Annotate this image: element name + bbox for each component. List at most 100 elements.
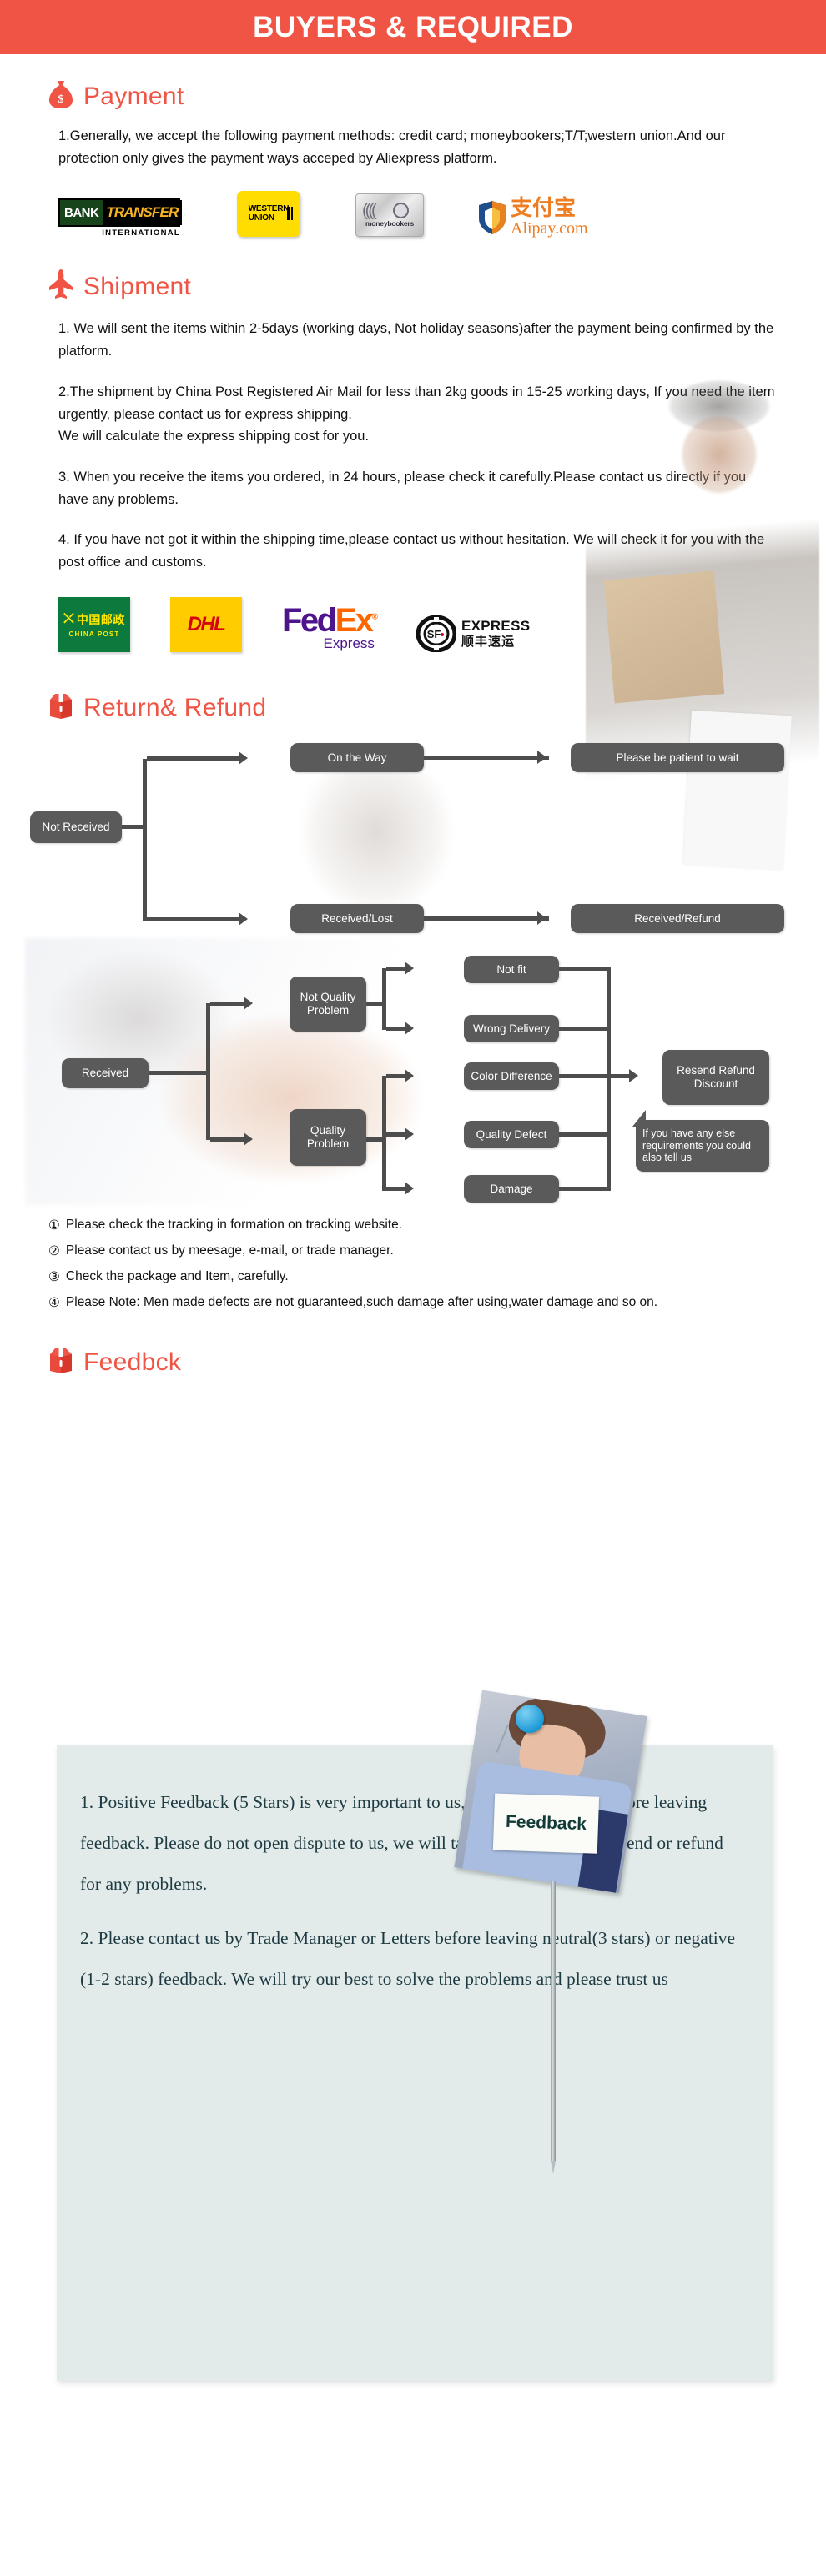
feedback-paragraph-2: 2. Please contact us by Trade Manager or…	[80, 1928, 736, 1990]
flow-callout-extra-requirements: If you have any else requirements you co…	[636, 1119, 769, 1172]
flow-node-wrong-delivery: Wrong Delivery	[464, 1014, 559, 1042]
sf-express-logo: SF EXPRESS 顺丰速运	[416, 615, 531, 653]
gift-box-icon	[48, 692, 73, 725]
feedback-sign: Feedback	[492, 1793, 600, 1854]
shipment-paragraph-4: 4. If you have not got it within the shi…	[58, 532, 765, 570]
flow-arrow-icon	[405, 961, 414, 975]
feedback-panel: 1. Positive Feedback (5 Stars) is very i…	[57, 1745, 773, 2381]
feedback-paragraph-1: 1. Positive Feedback (5 Stars) is very i…	[80, 1792, 723, 1895]
flow-arrow-icon	[244, 996, 253, 1010]
fedex-part2: Ex	[335, 601, 374, 639]
flow-node-resend-refund-discount: Resend Refund Discount	[662, 1049, 769, 1105]
flow-connector	[143, 758, 147, 921]
feedback-photo: Feedback	[454, 1690, 647, 1894]
flow-node-damage: Damage	[464, 1174, 559, 1203]
fedex-registered-icon: ®	[371, 612, 378, 622]
alipay-chinese-label: 支付宝	[511, 196, 577, 222]
feedback-heading: Feedbck	[83, 1348, 182, 1377]
sf-badge-icon: SF	[416, 615, 457, 653]
flow-connector	[386, 966, 405, 971]
flow-connector	[559, 1073, 629, 1078]
payment-body-text: 1.Generally, we accept the following pay…	[58, 128, 726, 166]
china-post-english-label: CHINA POST	[68, 630, 120, 638]
list-item: ② Please contact us by meesage, e-mail, …	[48, 1243, 826, 1260]
dhl-label: DHL	[187, 612, 226, 635]
flow-node-please-be-patient: Please be patient to wait	[571, 742, 784, 772]
flow-connector	[206, 1002, 210, 1140]
flow-arrow-icon	[239, 751, 248, 765]
fedex-part1: Fed	[282, 601, 337, 639]
list-marker: ②	[48, 1243, 60, 1258]
list-item: ① Please check the tracking in formation…	[48, 1217, 826, 1234]
flow-arrow-icon	[405, 1127, 414, 1141]
flow-connector	[559, 1186, 611, 1191]
flow-node-not-fit: Not fit	[464, 955, 559, 983]
svg-text:SF: SF	[427, 628, 441, 640]
airplane-icon	[48, 269, 73, 304]
flow-connector	[386, 1132, 405, 1137]
list-text: Please Note: Men made defects are not gu…	[65, 1294, 658, 1309]
return-refund-notes: ① Please check the tracking in formation…	[0, 1217, 826, 1312]
flow-connector	[210, 1137, 244, 1142]
payment-section-header: $ Payment	[0, 79, 826, 113]
flow-node-color-difference: Color Difference	[464, 1062, 559, 1090]
list-item: ④ Please Note: Men made defects are not …	[48, 1294, 826, 1312]
flow-connector	[559, 966, 611, 971]
flow-connector	[607, 966, 611, 1191]
flow-connector	[386, 1026, 405, 1031]
moneybookers-waves-icon: ((((	[362, 202, 377, 221]
sf-express-chinese-label: 顺丰速运	[461, 634, 515, 649]
pen-tip-icon	[551, 2161, 556, 2174]
payment-heading: Payment	[83, 82, 184, 110]
moneybookers-label: moneybookers	[365, 219, 415, 228]
flow-arrow-icon	[405, 1068, 414, 1082]
china-post-logo: ⛌ 中国邮政 CHINA POST	[58, 596, 130, 652]
flow-node-on-the-way: On the Way	[290, 742, 424, 772]
alipay-logo: 支付宝 Alipay.com	[477, 198, 588, 237]
flow-node-received: Received	[62, 1057, 149, 1088]
flow-node-quality-problem: Quality Problem	[290, 1108, 366, 1166]
flowchart-received: Received Not Quality Problem Quality Pro…	[0, 937, 826, 1205]
flow-node-quality-defect: Quality Defect	[464, 1120, 559, 1148]
flow-arrow-icon	[629, 1068, 638, 1082]
shipment-paragraph-2: 2.The shipment by China Post Registered …	[58, 384, 775, 444]
pen-graphic	[551, 1881, 556, 2161]
flow-connector	[147, 756, 239, 761]
list-item: ③ Check the package and Item, carefully.	[48, 1268, 826, 1286]
list-marker: ①	[48, 1217, 60, 1233]
gift-box-icon	[48, 1347, 73, 1379]
moneybookers-logo: (((( moneybookers	[355, 193, 424, 238]
sf-express-english-label: EXPRESS	[461, 618, 531, 635]
flow-connector	[149, 1070, 210, 1075]
list-text: Check the package and Item, carefully.	[65, 1268, 289, 1283]
payment-logo-row: BANK TRANSFER INTERNATIONAL WESTERN UNIO…	[0, 191, 826, 239]
fedex-logo: FedEx® Express	[282, 604, 378, 652]
feedback-sign-label: Feedback	[505, 1811, 587, 1835]
fedex-sub-label: Express	[323, 635, 375, 651]
bank-transfer-primary: BANK	[60, 200, 103, 226]
shipment-logo-row: ⛌ 中国邮政 CHINA POST DHL FedEx® Express SF …	[0, 596, 826, 653]
pushpin-head-icon	[516, 1705, 544, 1733]
flow-connector	[382, 967, 386, 1030]
list-marker: ④	[48, 1294, 60, 1310]
money-bag-icon: $	[48, 79, 73, 113]
return-refund-section-header: Return& Refund	[0, 692, 826, 725]
shipment-section-header: Shipment	[0, 269, 826, 304]
flow-arrow-icon	[405, 1181, 414, 1195]
flow-node-received-refund: Received/Refund	[571, 903, 784, 933]
flow-connector	[424, 916, 549, 921]
bank-transfer-sub: INTERNATIONAL	[102, 228, 180, 239]
china-post-mark-icon: ⛌	[63, 610, 74, 628]
bank-transfer-logo: BANK TRANSFER INTERNATIONAL	[58, 198, 182, 239]
flow-connector	[559, 1026, 611, 1031]
page-banner: BUYERS & REQUIRED	[0, 0, 826, 54]
shipment-heading: Shipment	[83, 272, 192, 300]
flow-node-not-quality-problem: Not Quality Problem	[290, 976, 366, 1032]
flow-node-received-lost: Received/Lost	[290, 903, 424, 933]
china-post-chinese-label: 中国邮政	[76, 613, 125, 627]
return-refund-heading: Return& Refund	[83, 694, 267, 722]
flow-connector	[147, 916, 239, 921]
flow-connector	[559, 1132, 611, 1137]
list-text: Please check the tracking in formation o…	[65, 1217, 403, 1232]
dhl-logo: DHL	[170, 596, 242, 652]
